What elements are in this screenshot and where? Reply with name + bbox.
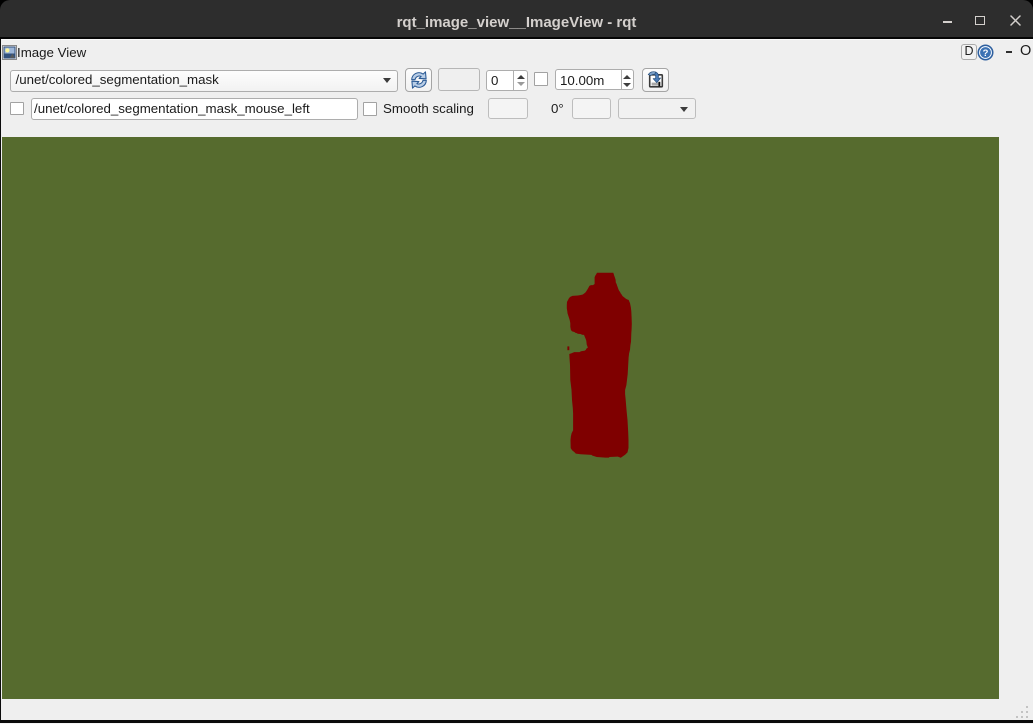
svg-text:?: ? [982, 48, 988, 59]
